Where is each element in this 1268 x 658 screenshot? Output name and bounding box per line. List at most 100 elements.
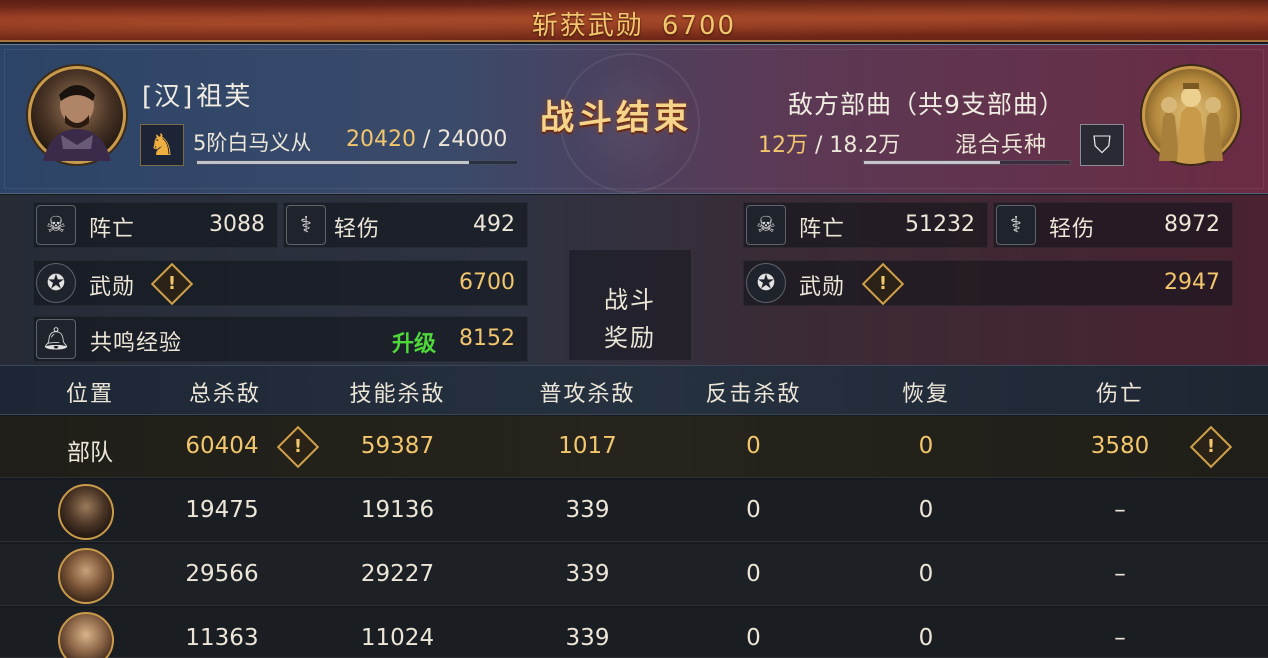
- left-wounded-stat: ⚕ 轻伤 492: [283, 202, 528, 248]
- merit-medal-icon: ✪: [36, 263, 76, 303]
- row-skill: 59387: [360, 433, 435, 459]
- left-merit-stat: ✪ 武勋 ! 6700: [33, 260, 528, 306]
- row-normal: 339: [565, 561, 610, 587]
- skull-icon: ☠: [746, 205, 786, 245]
- row-skill: 11024: [360, 625, 435, 651]
- table-row: 29566 29227 339 0 0 –: [0, 544, 1268, 606]
- row-loss: –: [1114, 625, 1126, 651]
- right-merit-warning-icon[interactable]: !: [861, 262, 905, 306]
- table-row: 11363 11024 339 0 0 –: [0, 608, 1268, 658]
- upgrade-label[interactable]: 升级: [392, 326, 436, 358]
- right-wounded-stat: ⚕ 轻伤 8972: [993, 202, 1233, 248]
- row-total: 19475: [185, 497, 259, 523]
- reward-line1: 战斗: [604, 286, 656, 314]
- row-total: 29566: [185, 561, 259, 587]
- resonance-label: 共鸣经验: [90, 331, 183, 356]
- unit-xp-max: 24000: [437, 127, 508, 152]
- unit-xp-current: 20420: [346, 127, 416, 152]
- table-header: 位置 总杀敌 技能杀敌 普攻杀敌 反击杀敌 恢复 伤亡: [0, 365, 1268, 415]
- th-normal-kills: 普攻杀敌: [539, 382, 636, 407]
- right-wounded-label: 轻伤: [1049, 217, 1096, 242]
- row-loss: –: [1114, 561, 1126, 587]
- unit-xp: 20420 / 24000: [346, 127, 508, 152]
- wounded-soldier-icon: ⚕: [996, 205, 1036, 245]
- left-wounded-value: 492: [473, 212, 515, 237]
- unit-name: 5阶白马义从: [193, 131, 312, 155]
- player-faction: [汉]: [142, 82, 195, 112]
- right-merit-stat: ✪ 武勋 ! 2947: [743, 260, 1233, 306]
- unit-xp-bar-fill: [197, 161, 469, 164]
- th-heal: 恢复: [901, 382, 950, 407]
- enemy-troops-bar: [863, 160, 1071, 165]
- left-dead-value: 3088: [209, 212, 265, 237]
- general-avatar[interactable]: [58, 612, 114, 658]
- right-dead-stat: ☠ 阵亡 51232: [743, 202, 988, 248]
- row-counter: 0: [746, 561, 761, 587]
- right-dead-value: 51232: [905, 212, 975, 237]
- enemy-title: 敌方部曲（共9支部曲）: [788, 90, 1065, 119]
- wounded-soldier-icon: ⚕: [286, 205, 326, 245]
- battle-reward-button[interactable]: 战斗 奖励: [568, 250, 692, 360]
- player-name-text: 祖芙: [196, 82, 253, 112]
- row-normal: 339: [565, 497, 610, 523]
- row-heal: 0: [918, 625, 934, 651]
- right-merit-value: 2947: [1164, 270, 1220, 295]
- row-counter: 0: [746, 433, 761, 459]
- merit-banner-value: 6700: [661, 11, 737, 41]
- th-loss: 伤亡: [1095, 382, 1144, 407]
- row-loss: –: [1114, 497, 1126, 523]
- table-row: 19475 19136 339 0 0 –: [0, 480, 1268, 542]
- resonance-value: 8152: [459, 326, 515, 351]
- unit-xp-bar: [196, 160, 518, 165]
- row-total: 11363: [185, 625, 259, 651]
- reward-line2: 奖励: [604, 324, 656, 352]
- merit-banner-label: 斩获武勋: [531, 11, 644, 41]
- enemy-troops-max: 18.2万: [829, 133, 901, 158]
- row-heal: 0: [918, 433, 934, 459]
- result-title: 战斗结束: [540, 98, 692, 138]
- merit-banner-text: 斩获武勋 6700: [0, 5, 1268, 41]
- right-merit-label: 武勋: [799, 275, 846, 300]
- row-normal: 339: [565, 625, 610, 651]
- row-loss: 3580: [1090, 433, 1150, 459]
- general-avatar[interactable]: [58, 548, 114, 604]
- player-name: [汉]祖芙: [142, 76, 252, 113]
- table-row: 部队 60404 ! 59387 1017 0 0 3580 !: [0, 416, 1268, 478]
- row-position: 部队: [67, 440, 113, 466]
- enemy-troop-type: 混合兵种: [955, 133, 1048, 158]
- horse-icon[interactable]: ♞: [140, 124, 184, 166]
- right-wounded-value: 8972: [1164, 212, 1220, 237]
- th-total-kills: 总杀敌: [188, 382, 261, 407]
- row-counter: 0: [746, 625, 761, 651]
- th-position: 位置: [65, 382, 114, 407]
- enemy-troops-current: 12万: [758, 133, 808, 158]
- row-normal: 1017: [558, 433, 617, 459]
- row-counter: 0: [746, 497, 761, 523]
- left-dead-stat: ☠ 阵亡 3088: [33, 202, 278, 248]
- th-counter-kills: 反击杀敌: [705, 382, 802, 407]
- left-merit-label: 武勋: [89, 275, 136, 300]
- merit-banner: 斩获武勋 6700: [0, 0, 1268, 42]
- merit-medal-icon: ✪: [746, 263, 786, 303]
- general-avatar[interactable]: [58, 484, 114, 540]
- left-dead-label: 阵亡: [89, 217, 136, 242]
- player-avatar[interactable]: [28, 66, 126, 164]
- enemy-avatar[interactable]: [1142, 66, 1240, 164]
- row-heal: 0: [918, 561, 934, 587]
- row-heal: 0: [918, 497, 934, 523]
- row-total: 60404: [185, 433, 259, 459]
- left-merit-value: 6700: [459, 270, 515, 295]
- mixed-troops-icon[interactable]: ⛉: [1080, 124, 1124, 166]
- enemy-troops-bar-fill: [864, 161, 1000, 164]
- left-merit-warning-icon[interactable]: !: [150, 262, 194, 306]
- right-dead-label: 阵亡: [799, 217, 846, 242]
- skull-icon: ☠: [36, 205, 76, 245]
- enemy-troops: 12万 / 18.2万: [758, 133, 901, 158]
- th-skill-kills: 技能杀敌: [349, 382, 446, 407]
- row-skill: 19136: [360, 497, 435, 523]
- bell-icon: 🔔︎: [36, 319, 76, 359]
- loss-warning-icon[interactable]: !: [1189, 425, 1233, 469]
- row-skill: 29227: [360, 561, 435, 587]
- left-resonance-stat: 🔔︎ 共鸣经验 升级 8152: [33, 316, 528, 362]
- left-wounded-label: 轻伤: [334, 217, 381, 242]
